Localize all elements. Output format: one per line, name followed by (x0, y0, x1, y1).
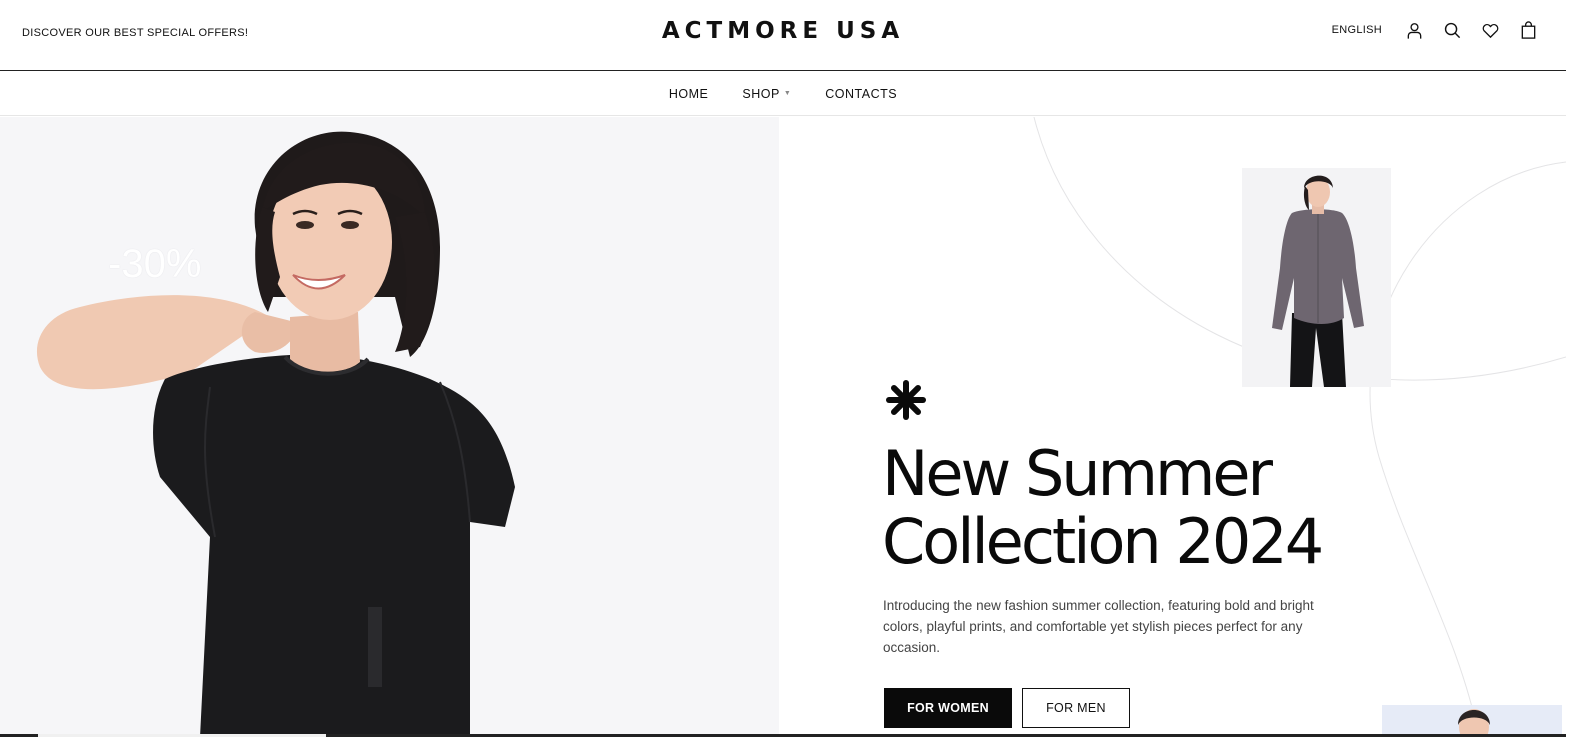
nav-item-contacts[interactable]: CONTACTS (825, 87, 897, 101)
chevron-down-icon: ▼ (783, 90, 792, 97)
hero-description: Introducing the new fashion summer colle… (883, 598, 1314, 655)
shopping-bag-icon[interactable] (1518, 20, 1538, 40)
heart-icon[interactable] (1480, 20, 1500, 40)
page-scrollbar[interactable] (1566, 0, 1577, 737)
hero-title-line-1: New Summer (882, 437, 1273, 510)
nav-item-label: SHOP (742, 86, 780, 101)
search-icon[interactable] (1442, 20, 1462, 40)
asterisk-icon (886, 380, 926, 420)
hero-main-image[interactable]: -30% (0, 117, 779, 737)
main-nav: HOME SHOP ▼ CONTACTS (0, 72, 1566, 116)
nav-item-home[interactable]: HOME (669, 87, 709, 101)
model-illustration (36, 131, 515, 737)
nav-item-label: CONTACTS (825, 86, 898, 101)
for-women-button[interactable]: FOR WOMEN (884, 688, 1012, 728)
preview-model-illustration (1458, 709, 1490, 737)
language-selector[interactable]: ENGLISH (1332, 24, 1382, 36)
user-icon[interactable] (1404, 20, 1424, 40)
hero-content: New Summer Collection 2024 Introducing t… (779, 117, 1566, 737)
hero-title: New Summer Collection 2024 (882, 437, 1324, 578)
nav-item-shop[interactable]: SHOP ▼ (742, 87, 791, 101)
for-men-button[interactable]: FOR MEN (1022, 688, 1130, 728)
header-actions: ENGLISH (1332, 20, 1538, 40)
discount-label: -30% (108, 242, 202, 286)
hero-title-line-2: Collection 2024 (882, 505, 1324, 578)
featured-product-thumbnail[interactable] (1242, 168, 1391, 387)
nav-item-label: HOME (668, 86, 709, 101)
jacket-model-illustration (1272, 175, 1364, 387)
site-header: DISCOVER OUR BEST SPECIAL OFFERS! ACTMOR… (0, 0, 1566, 71)
next-slide-preview[interactable] (1382, 705, 1562, 737)
